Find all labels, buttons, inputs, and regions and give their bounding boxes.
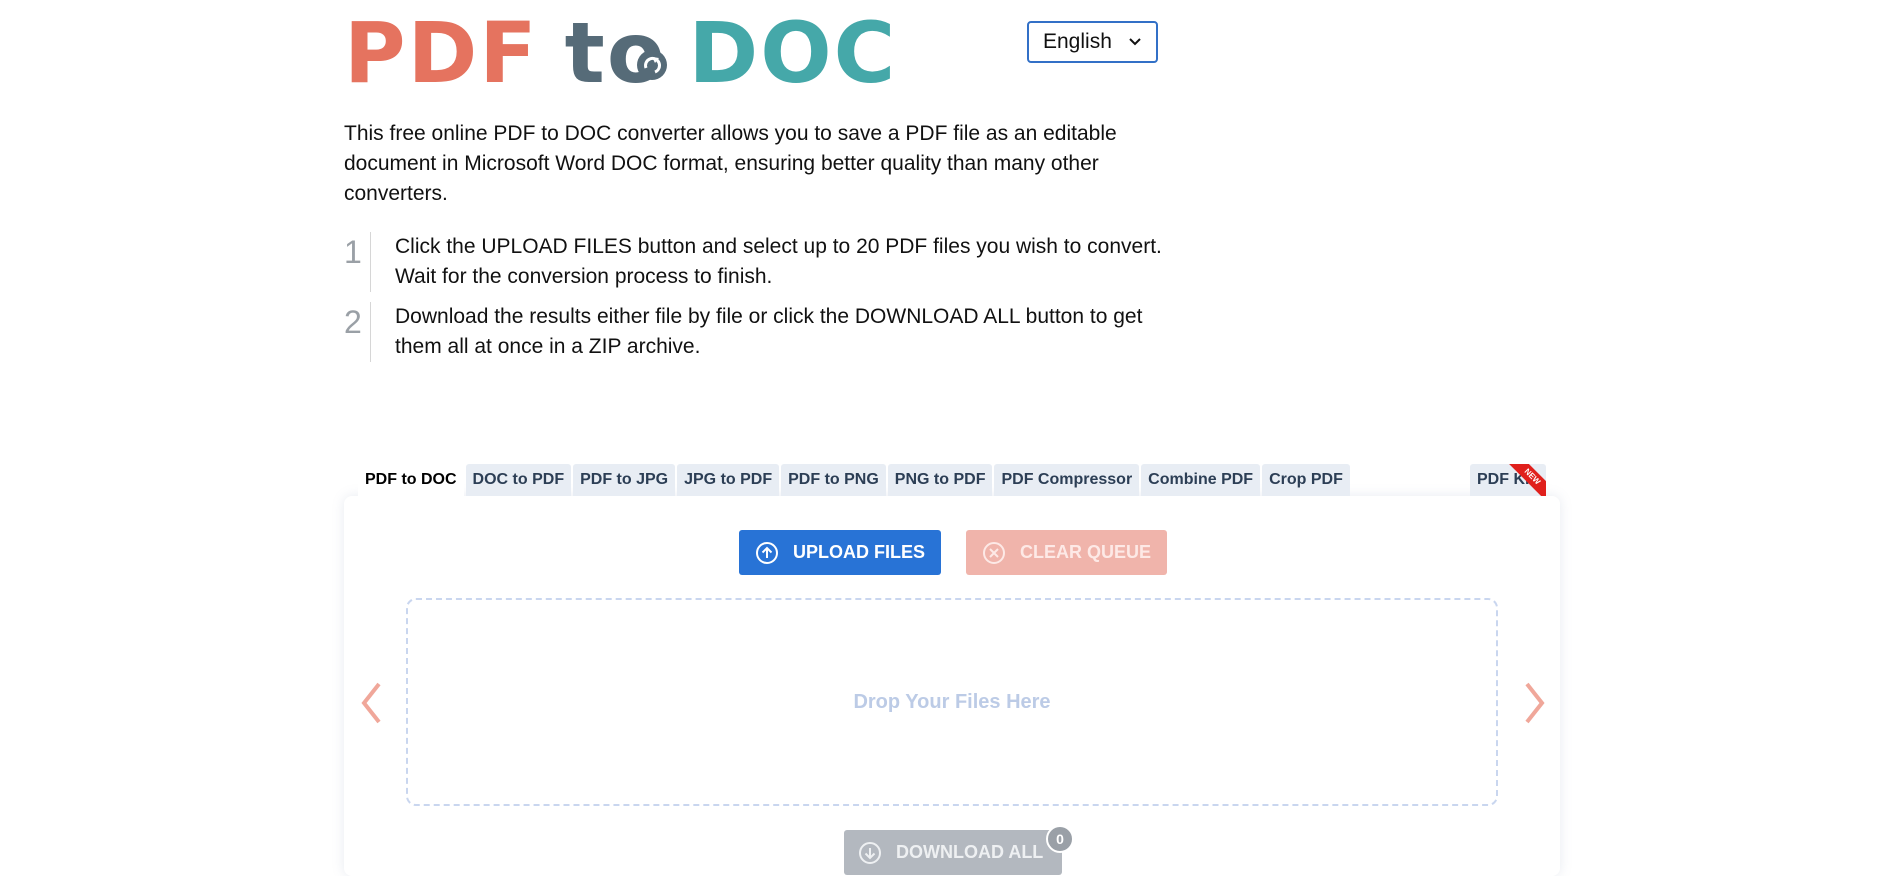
file-dropzone[interactable]: Drop Your Files Here [406,598,1498,806]
queue-count-badge: 0 [1046,825,1074,853]
chevron-left-icon[interactable] [359,680,383,726]
refresh-arrow-icon [636,50,667,80]
chevron-right-icon[interactable] [1523,680,1547,726]
tool-tabs: PDF to DOC DOC to PDF PDF to JPG JPG to … [358,464,1352,496]
tab-pdf-compressor[interactable]: PDF Compressor [994,464,1140,496]
tab-combine-pdf[interactable]: Combine PDF [1141,464,1261,496]
tab-png-to-pdf[interactable]: PNG to PDF [887,464,993,496]
step-item: 1 Click the UPLOAD FILES button and sele… [344,232,1174,292]
step-divider [370,302,371,362]
upload-files-button[interactable]: UPLOAD FILES [739,530,941,575]
logo-pdf-text: PDF [344,4,539,102]
step-text: Click the UPLOAD FILES button and select… [395,235,1162,288]
clear-queue-button[interactable]: CLEAR QUEUE [966,530,1167,575]
tab-jpg-to-pdf[interactable]: JPG to PDF [677,464,780,496]
tab-pdf-to-png[interactable]: PDF to PNG [781,464,886,496]
clear-queue-label: CLEAR QUEUE [1020,542,1152,562]
steps-list: 1 Click the UPLOAD FILES button and sele… [344,232,1174,372]
step-number: 1 [344,234,362,270]
x-circle-icon [983,541,1005,564]
dropzone-label: Drop Your Files Here [853,690,1051,713]
chevron-down-icon [1129,38,1141,46]
step-text: Download the results either file by file… [395,305,1143,358]
intro-text: This free online PDF to DOC converter al… [344,122,1117,205]
logo-doc-text: DOC [688,4,898,102]
language-select[interactable]: English [1027,21,1158,63]
tab-pdf-kit[interactable]: PDF Kit NEW [1470,464,1546,496]
step-divider [370,232,371,292]
step-item: 2 Download the results either file by fi… [344,302,1174,362]
language-selected-value: English [1043,30,1112,53]
tab-crop-pdf[interactable]: Crop PDF [1262,464,1350,496]
tab-doc-to-pdf[interactable]: DOC to PDF [465,464,572,496]
upload-files-label: UPLOAD FILES [793,542,926,562]
step-number: 2 [344,304,362,340]
upload-arrow-circle-icon [756,541,778,564]
tab-pdf-to-jpg[interactable]: PDF to JPG [573,464,676,496]
logo-to-text: to [565,10,667,96]
logo[interactable]: PDF to DOC [344,10,897,96]
tab-pdf-to-doc[interactable]: PDF to DOC [358,464,464,496]
